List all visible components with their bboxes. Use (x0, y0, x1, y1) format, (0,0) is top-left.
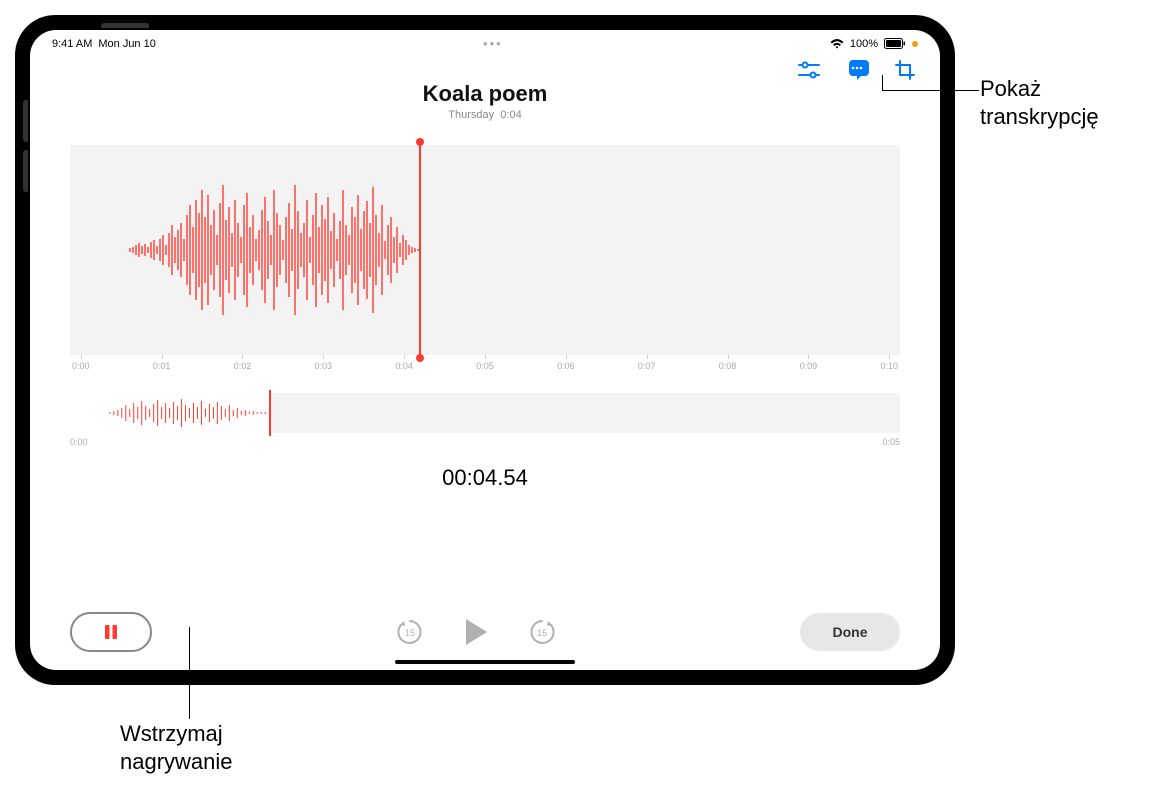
status-time: 9:41 AM (52, 38, 92, 50)
svg-text:15: 15 (537, 628, 547, 638)
home-indicator[interactable] (395, 660, 575, 664)
play-icon (463, 617, 489, 647)
speech-bubble-icon[interactable] (844, 59, 870, 81)
callout-pause-recording: Wstrzymaj nagrywanie (120, 720, 233, 775)
recording-subtitle: Thursday 0:04 (30, 109, 940, 121)
tick: 0:06 (557, 361, 575, 371)
callout-line (882, 90, 979, 91)
tick: 0:08 (719, 361, 737, 371)
screen: 9:41 AM Mon Jun 10 ••• 100% Koala (30, 30, 940, 670)
crop-icon[interactable] (892, 59, 918, 81)
battery-icon (884, 38, 906, 49)
timecode: 00:04.54 (30, 465, 940, 491)
playhead[interactable] (419, 142, 421, 358)
waveform-ticks: 0:00 0:01 0:02 0:03 0:04 0:05 0:06 0:07 … (70, 361, 900, 371)
recording-header: Koala poem Thursday 0:04 (30, 81, 940, 121)
overview-recorded-segment (70, 393, 269, 433)
callout-line (189, 627, 190, 719)
overview-playhead[interactable] (269, 390, 271, 436)
recording-indicator-dot (912, 41, 918, 47)
pause-icon (102, 623, 120, 641)
tick: 0:01 (153, 361, 171, 371)
overview-waveform (70, 393, 269, 433)
status-right: 100% (830, 38, 918, 50)
waveform-track[interactable] (70, 145, 900, 355)
settings-sliders-icon[interactable] (796, 59, 822, 81)
callout-show-transcript: Pokaż transkrypcję (980, 75, 1099, 130)
tick: 0:03 (315, 361, 333, 371)
tick: 0:00 (72, 361, 90, 371)
recording-duration: 0:04 (500, 109, 521, 121)
tick: 0:07 (638, 361, 656, 371)
tick: 0:02 (234, 361, 252, 371)
overview-labels: 0:00 0:05 (70, 437, 900, 447)
overview-end-label: 0:05 (882, 437, 900, 447)
volume-down-button[interactable] (23, 150, 28, 192)
waveform-graphic (70, 145, 900, 355)
done-button[interactable]: Done (800, 613, 900, 651)
rewind-15-button[interactable]: 15 (392, 614, 428, 650)
recording-title[interactable]: Koala poem (30, 81, 940, 107)
forward-15-button[interactable]: 15 (524, 614, 560, 650)
recording-day: Thursday (448, 109, 494, 121)
tick: 0:10 (880, 361, 898, 371)
volume-up-button[interactable] (23, 100, 28, 142)
playback-controls: 15 15 (152, 614, 800, 650)
waveform-area[interactable]: 0:00 0:01 0:02 0:03 0:04 0:05 0:06 0:07 … (70, 145, 900, 371)
overview-track[interactable] (70, 393, 900, 433)
status-bar: 9:41 AM Mon Jun 10 ••• 100% (30, 30, 940, 53)
status-date: Mon Jun 10 (98, 38, 155, 50)
play-button[interactable] (458, 614, 494, 650)
tick: 0:04 (395, 361, 413, 371)
status-left: 9:41 AM Mon Jun 10 (52, 38, 156, 50)
overview-start-label: 0:00 (70, 437, 88, 447)
tick: 0:05 (476, 361, 494, 371)
battery-percent: 100% (850, 38, 878, 50)
svg-text:15: 15 (405, 628, 415, 638)
pause-button[interactable] (70, 612, 152, 652)
wifi-icon (830, 38, 844, 49)
multitask-dots[interactable]: ••• (483, 36, 503, 51)
power-button[interactable] (101, 23, 149, 28)
tick: 0:09 (800, 361, 818, 371)
callout-line (882, 75, 883, 91)
ipad-frame: 9:41 AM Mon Jun 10 ••• 100% Koala (15, 15, 955, 685)
